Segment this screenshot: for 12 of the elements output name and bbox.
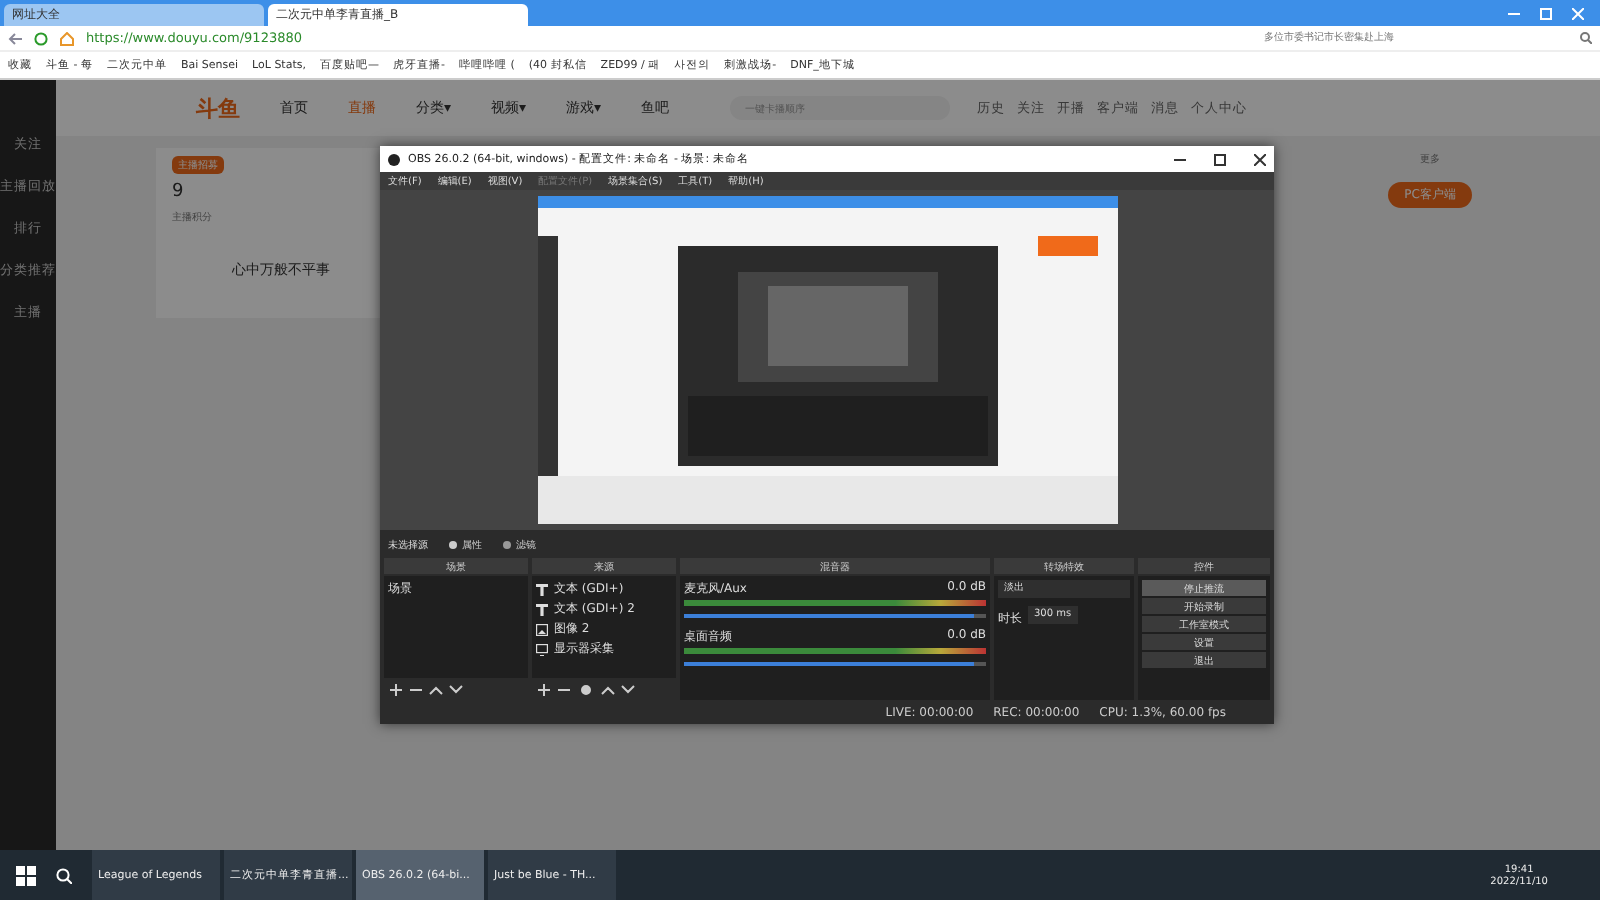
home-icon[interactable] xyxy=(60,31,74,45)
windows-start-icon[interactable] xyxy=(16,865,36,885)
obs-logo-icon xyxy=(388,153,400,165)
refresh-icon[interactable] xyxy=(34,31,48,45)
site-logo: 斗鱼 xyxy=(196,93,240,123)
maximize-icon[interactable] xyxy=(1214,153,1226,165)
back-icon[interactable] xyxy=(8,31,22,45)
monitor-icon xyxy=(536,643,548,655)
score-value: 9 xyxy=(172,182,186,202)
image-icon xyxy=(536,623,548,635)
close-icon[interactable] xyxy=(1254,153,1266,165)
minimize-icon[interactable] xyxy=(1174,153,1186,165)
